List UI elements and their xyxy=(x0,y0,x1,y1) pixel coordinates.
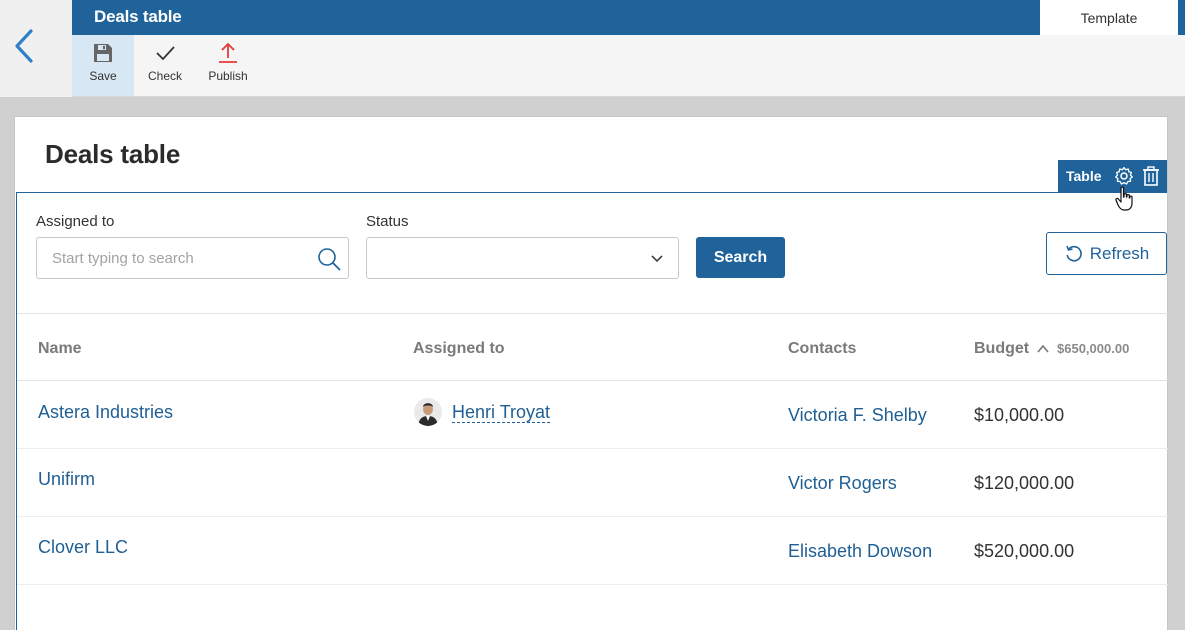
row-divider xyxy=(17,448,1168,449)
contact-link[interactable]: Victoria F. Shelby xyxy=(788,405,927,426)
check-icon xyxy=(156,46,175,61)
row-divider xyxy=(17,516,1168,517)
refresh-button[interactable]: Refresh xyxy=(1046,232,1167,275)
search-icon[interactable] xyxy=(316,246,342,272)
refresh-label: Refresh xyxy=(1089,243,1150,263)
deal-name-link[interactable]: Astera Industries xyxy=(38,402,173,423)
sort-asc-icon[interactable] xyxy=(1036,342,1050,356)
publish-button[interactable]: Publish xyxy=(197,35,259,96)
top-bar: Deals table Template xyxy=(72,0,1185,35)
refresh-icon xyxy=(1065,245,1082,261)
search-button[interactable]: Search xyxy=(696,237,785,278)
deal-name-link[interactable]: Unifirm xyxy=(38,469,95,490)
assigned-filter-label: Assigned to xyxy=(36,213,115,230)
table-widget: Assigned to Status Search xyxy=(16,192,1168,630)
widget-settings-button[interactable] xyxy=(1114,165,1134,187)
column-header-budget[interactable]: Budget xyxy=(974,340,1029,358)
toolbar: Save Check Publish xyxy=(72,35,1185,97)
contact-link[interactable]: Victor Rogers xyxy=(788,473,897,494)
gear-icon xyxy=(1114,166,1133,185)
assigned-search-input[interactable] xyxy=(37,238,297,278)
assigned-user-link[interactable]: Henri Troyat xyxy=(452,402,551,423)
publish-label: Publish xyxy=(208,69,248,83)
chevron-down-icon xyxy=(651,255,663,263)
status-filter-label: Status xyxy=(366,213,409,230)
save-icon xyxy=(94,44,112,62)
budget-value: $10,000.00 xyxy=(974,405,1065,425)
budget-value: $120,000.00 xyxy=(974,473,1075,493)
page-title: Deals table xyxy=(45,139,181,169)
tab-template[interactable]: Template xyxy=(1040,0,1178,35)
save-button[interactable]: Save xyxy=(72,35,134,96)
column-header-contacts[interactable]: Contacts xyxy=(788,340,856,358)
header-divider xyxy=(17,380,1168,381)
page-card: Deals table Table Assigned to Start typi… xyxy=(14,116,1168,630)
save-label: Save xyxy=(89,69,117,83)
contact-link[interactable]: Elisabeth Dowson xyxy=(788,541,932,562)
back-arrow-icon xyxy=(15,29,33,63)
check-button[interactable]: Check xyxy=(137,35,193,96)
status-select[interactable] xyxy=(366,237,679,279)
hand-cursor-icon xyxy=(1115,186,1133,211)
budget-value: $520,000.00 xyxy=(974,541,1075,561)
divider xyxy=(17,313,1168,314)
row-divider xyxy=(17,584,1168,585)
widget-delete-button[interactable] xyxy=(1142,165,1160,187)
designer-canvas: Deals table Table Assigned to Start typi… xyxy=(0,97,1185,630)
back-button[interactable] xyxy=(8,26,40,66)
assigned-filter-field xyxy=(36,237,349,279)
deal-name-link[interactable]: Clover LLC xyxy=(38,537,128,558)
check-label: Check xyxy=(147,69,182,83)
budget-total: $650,000.00 xyxy=(1057,341,1130,356)
back-strip xyxy=(0,0,72,97)
app-title: Deals table xyxy=(94,7,182,26)
avatar xyxy=(414,398,442,426)
trash-icon xyxy=(1142,166,1159,186)
publish-icon xyxy=(219,42,237,63)
widget-label: Table xyxy=(1066,168,1102,184)
widget-toolbar: Table xyxy=(1058,160,1167,192)
column-header-assigned[interactable]: Assigned to xyxy=(413,340,505,358)
column-header-name[interactable]: Name xyxy=(38,340,82,358)
